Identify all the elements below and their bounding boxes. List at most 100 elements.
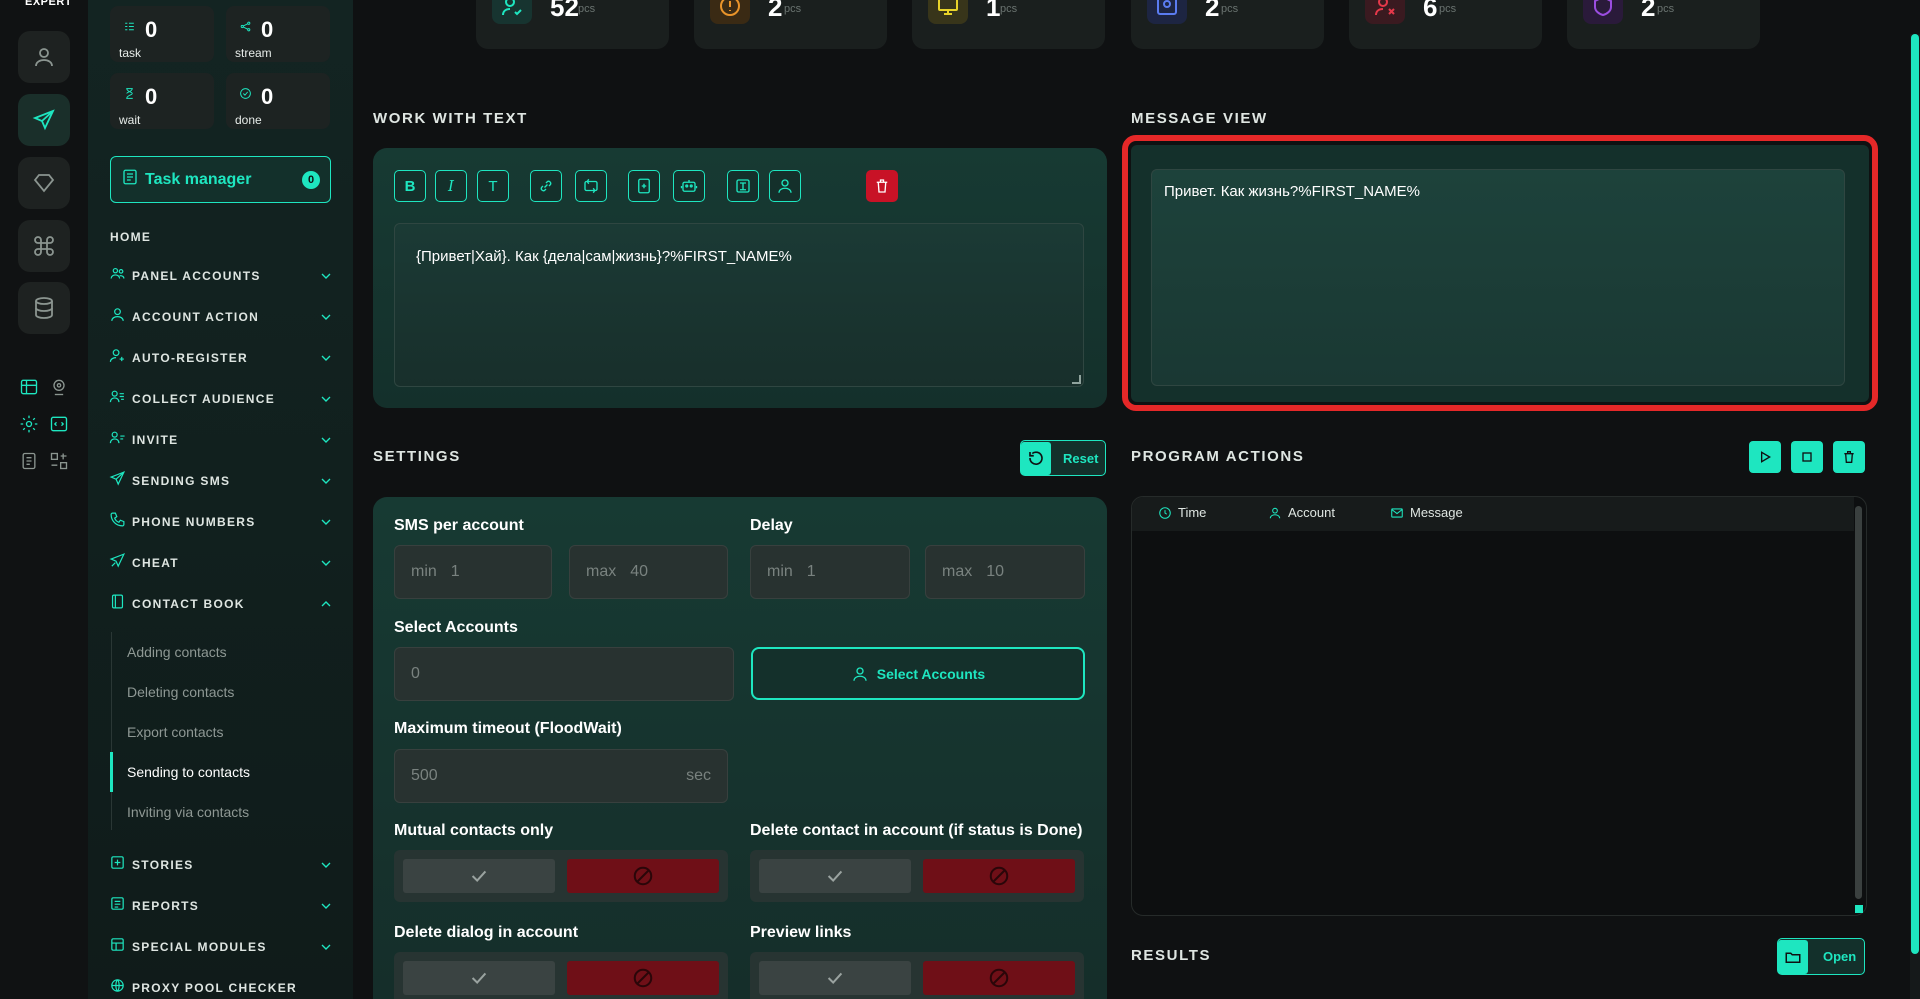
disable-option[interactable] (923, 961, 1075, 995)
trash-icon (1844, 451, 1854, 463)
nav-panel-accounts[interactable]: PANEL ACCOUNTS (109, 264, 334, 288)
clear-log-button[interactable] (1833, 441, 1865, 473)
warning-icon (710, 0, 750, 24)
settings-gear-icon[interactable] (18, 413, 40, 435)
delay-min-input[interactable]: min 1 (750, 545, 910, 599)
nav-reports[interactable]: REPORTS (109, 894, 334, 918)
enable-option[interactable] (759, 859, 911, 893)
start-button[interactable] (1749, 441, 1781, 473)
timeout-input[interactable]: 500 sec (394, 749, 728, 803)
apps-icon[interactable] (48, 450, 70, 472)
delete-contact-label: Delete contact in account (if status is … (750, 822, 1083, 839)
clock-icon (1159, 506, 1171, 519)
chevron-down-icon (318, 350, 334, 371)
nav-sending-sms[interactable]: SENDING SMS (109, 469, 334, 493)
user-plus-icon (109, 347, 126, 369)
disable-option[interactable] (567, 961, 719, 995)
message-view-title: MESSAGE VIEW (1131, 110, 1268, 127)
first-name-button[interactable] (769, 170, 801, 202)
page-scrollbar-thumb[interactable] (1911, 34, 1919, 954)
message-text-area[interactable]: {Привет|Хай}. Как {дела|сам|жизнь}?%FIRS… (394, 223, 1084, 387)
nav-special-modules[interactable]: SPECIAL MODULES (109, 935, 334, 959)
column-account: Account (1268, 505, 1335, 520)
play-icon (1761, 451, 1771, 463)
user-card-icon (1147, 0, 1187, 24)
sub-deleting-contacts[interactable]: Deleting contacts (127, 684, 234, 700)
enable-option[interactable] (403, 961, 555, 995)
select-accounts-button[interactable]: Select Accounts (751, 647, 1085, 700)
document-list-icon[interactable] (18, 450, 40, 472)
spin-button[interactable] (575, 170, 607, 202)
log-scrollbar[interactable] (1855, 506, 1862, 899)
rail-profile-button[interactable] (18, 31, 70, 83)
database-icon (35, 297, 53, 319)
italic-button[interactable]: I (435, 170, 467, 202)
resize-handle[interactable] (1072, 375, 1081, 384)
delay-max-input[interactable]: max 10 (925, 545, 1085, 599)
enable-option[interactable] (759, 961, 911, 995)
disable-option[interactable] (923, 859, 1075, 893)
insert-file-button[interactable] (628, 170, 660, 202)
user-icon (109, 306, 126, 328)
rail-send-button[interactable] (18, 94, 70, 146)
rail-database-button[interactable] (18, 282, 70, 334)
stop-button[interactable] (1791, 441, 1823, 473)
timeout-label: Maximum timeout (FloodWait) (394, 720, 622, 737)
rail-diamond-button[interactable] (18, 157, 70, 209)
settings-title: SETTINGS (373, 448, 461, 465)
nav-account-action[interactable]: ACCOUNT ACTION (109, 305, 334, 329)
top-card-4: 2 pcs (1131, 0, 1324, 49)
webcam-icon[interactable] (48, 376, 70, 398)
nav-phone-numbers[interactable]: PHONE NUMBERS (109, 510, 334, 534)
stat-stream: 0 stream (226, 6, 330, 62)
table-icon[interactable] (18, 376, 40, 398)
file-plus-icon (638, 178, 650, 194)
code-window-icon[interactable] (48, 413, 70, 435)
task-list-icon (122, 19, 136, 33)
enable-option[interactable] (403, 859, 555, 893)
nav-invite[interactable]: INVITE (109, 428, 334, 452)
mutual-contacts-label: Mutual contacts only (394, 822, 554, 839)
robot-icon (680, 180, 698, 192)
bot-button[interactable] (673, 170, 705, 202)
clear-text-button[interactable] (866, 170, 898, 202)
text-button[interactable]: T (477, 170, 509, 202)
link-button[interactable] (530, 170, 562, 202)
icon-rail: EXPERT (0, 0, 88, 999)
sub-sending-to-contacts[interactable]: Sending to contacts (127, 764, 250, 780)
chevron-down-icon (318, 309, 334, 330)
users-icon (109, 265, 126, 287)
proxy-icon (109, 977, 126, 999)
nav-cheat[interactable]: CHEAT (109, 551, 334, 575)
log-resize-handle[interactable] (1855, 905, 1863, 913)
sub-inviting-via-contacts[interactable]: Inviting via contacts (127, 804, 249, 820)
report-icon (109, 895, 126, 917)
top-card-1: 52 pcs (476, 0, 669, 49)
rail-command-button[interactable] (18, 220, 70, 272)
stop-icon (1802, 452, 1812, 462)
nav-auto-register[interactable]: AUTO-REGISTER (109, 346, 334, 370)
block-icon (989, 866, 1009, 886)
sub-export-contacts[interactable]: Export contacts (127, 724, 224, 740)
sms-min-input[interactable]: min 1 (394, 545, 552, 599)
nav-collect-audience[interactable]: COLLECT AUDIENCE (109, 387, 334, 411)
chevron-down-icon (318, 473, 334, 494)
preview-links-toggle (750, 952, 1084, 999)
open-results-button[interactable]: Open (1777, 938, 1865, 975)
stat-task: 0 task (110, 6, 214, 62)
nav-contact-book[interactable]: CONTACT BOOK (109, 592, 334, 616)
nav-home[interactable]: HOME (110, 230, 151, 244)
cheat-send-icon (109, 552, 126, 574)
sub-adding-contacts[interactable]: Adding contacts (127, 644, 227, 660)
reset-button[interactable]: Reset (1020, 440, 1106, 476)
sms-max-input[interactable]: max 40 (569, 545, 728, 599)
page-scrollbar[interactable] (1910, 34, 1920, 999)
bold-button[interactable]: B (394, 170, 426, 202)
template-button[interactable] (727, 170, 759, 202)
task-manager-button[interactable]: Task manager 0 (110, 156, 331, 203)
column-message: Message (1390, 505, 1463, 520)
disable-option[interactable] (567, 859, 719, 893)
nav-stories[interactable]: STORIES (109, 853, 334, 877)
nav-proxy-pool-checker[interactable]: PROXY POOL CHECKER (109, 976, 334, 999)
top-card-2: 2 pcs (694, 0, 887, 49)
